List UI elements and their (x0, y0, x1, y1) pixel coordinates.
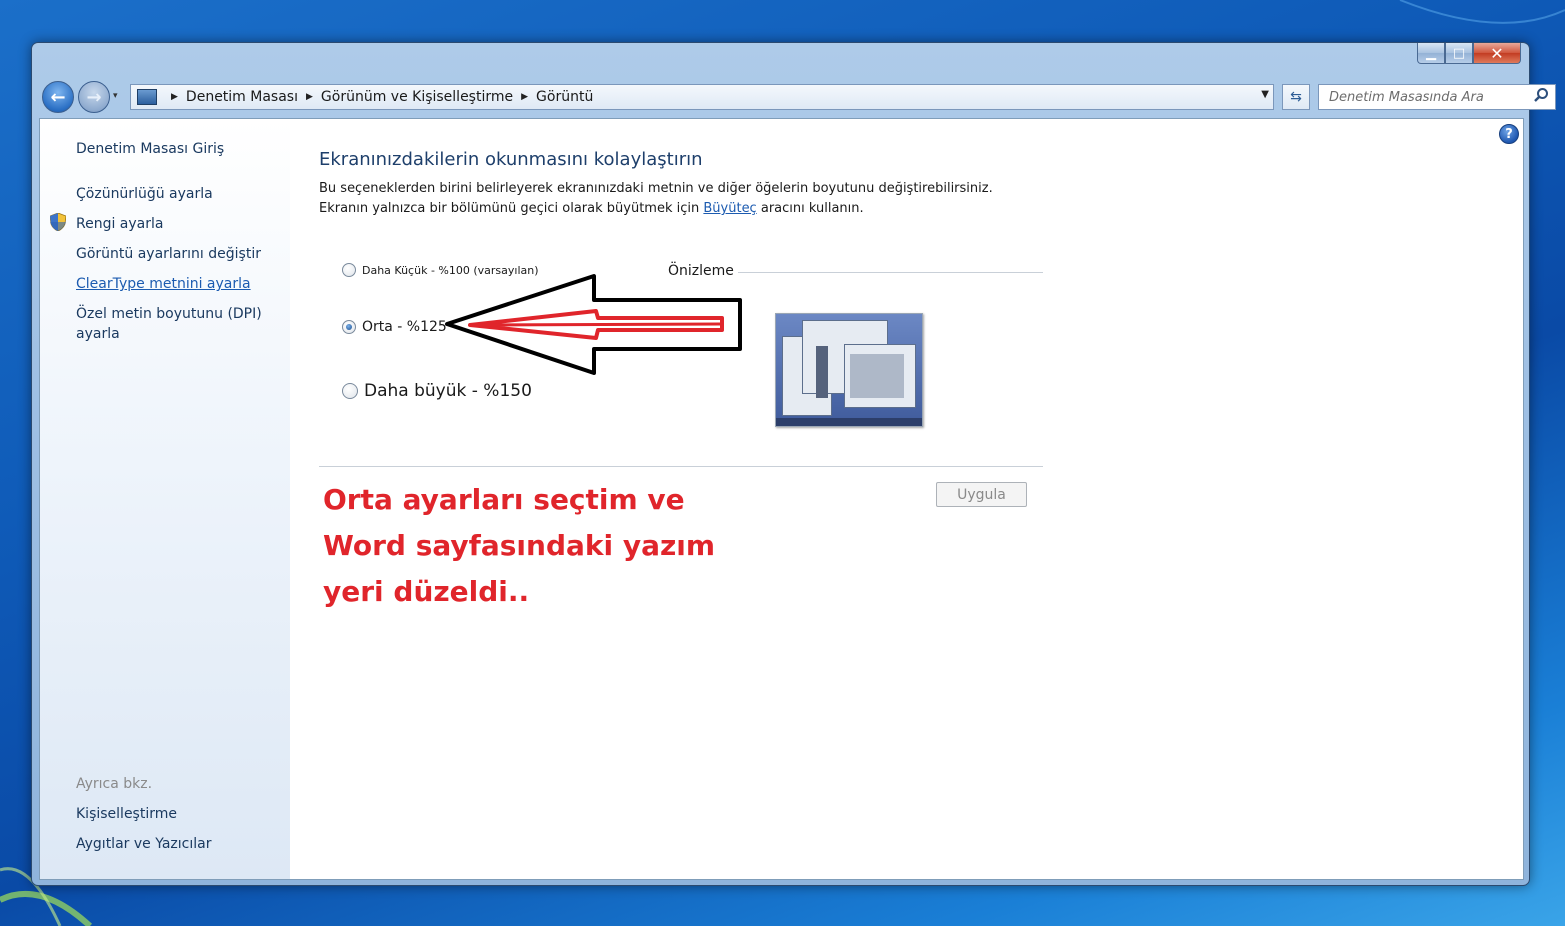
preview-divider (738, 272, 1043, 273)
page-title: Ekranınızdakilerin okunmasını kolaylaştı… (319, 149, 703, 170)
radio-larger[interactable] (342, 383, 358, 399)
address-dropdown-icon[interactable]: ▼ (1261, 89, 1269, 100)
option-medium-label: Orta - %125 (362, 319, 447, 335)
help-icon[interactable]: ? (1499, 124, 1519, 144)
preview-label: Önizleme (668, 263, 734, 279)
main-panel: Ekranınızdakilerin okunmasını kolaylaştı… (319, 119, 1059, 879)
option-larger[interactable]: Daha büyük - %150 (342, 381, 532, 401)
sidebar-item-devices-printers[interactable]: Aygıtlar ve Yazıcılar (76, 834, 281, 854)
description-text: Ekranın yalnızca bir bölümünü geçici ola… (319, 201, 704, 216)
control-panel-icon (137, 89, 157, 105)
sidebar-item-cleartype[interactable]: ClearType metnini ayarla (76, 274, 281, 294)
radio-medium[interactable] (342, 320, 356, 334)
preview-taskbar (776, 418, 922, 426)
close-button[interactable]: ✕ (1473, 43, 1521, 64)
refresh-button[interactable]: ⇆ (1282, 84, 1310, 110)
annotation-line: Orta ayarları seçtim ve (323, 483, 685, 516)
magnifier-link[interactable]: Büyüteç (703, 201, 756, 216)
shield-icon (50, 213, 66, 231)
description-line-2: Ekranın yalnızca bir bölümünü geçici ola… (319, 201, 864, 216)
breadcrumb-control-panel[interactable]: Denetim Masası (186, 89, 298, 105)
search-input[interactable] (1327, 88, 1531, 106)
recent-pages-dropdown[interactable]: ▾ (113, 91, 118, 101)
back-button[interactable]: ← (42, 81, 74, 113)
radio-smaller[interactable] (342, 263, 356, 277)
breadcrumb-separator-icon[interactable]: ▶ (521, 92, 528, 102)
sidebar-item-personalization[interactable]: Kişiselleştirme (76, 804, 281, 824)
option-smaller[interactable]: Daha Küçük - %100 (varsayılan) (342, 263, 539, 277)
breadcrumb-appearance[interactable]: Görünüm ve Kişiselleştirme (321, 89, 513, 105)
option-larger-label: Daha büyük - %150 (364, 381, 532, 401)
see-also-heading: Ayrıca bkz. (76, 776, 153, 792)
description-line-1: Bu seçeneklerden birini belirleyerek ekr… (319, 181, 993, 196)
description-text: aracını kullanın. (756, 201, 864, 216)
address-bar[interactable]: ▶ Denetim Masası ▶ Görünüm ve Kişiselleş… (130, 84, 1274, 110)
annotation-line: Word sayfasındaki yazım (323, 529, 716, 562)
arrow-left-icon: ← (50, 86, 66, 108)
content-area: Denetim Masası Giriş Çözünürlüğü ayarla … (39, 118, 1524, 880)
option-medium[interactable]: Orta - %125 (342, 319, 447, 335)
search-icon[interactable] (1533, 87, 1549, 103)
option-smaller-label: Daha Küçük - %100 (varsayılan) (362, 263, 539, 277)
sidebar-item-custom-dpi[interactable]: Özel metin boyutunu (DPI) ayarla (76, 304, 281, 344)
section-divider (319, 466, 1043, 467)
navigation-bar: ← → ▾ ▶ Denetim Masası ▶ Görünüm ve Kişi… (40, 81, 1556, 113)
sidebar-home-link[interactable]: Denetim Masası Giriş (76, 139, 281, 159)
breadcrumb-display[interactable]: Görüntü (536, 89, 593, 105)
arrow-right-icon: → (86, 86, 102, 108)
sidebar-item-resolution[interactable]: Çözünürlüğü ayarla (76, 184, 281, 204)
sidebar-item-display-settings[interactable]: Görüntü ayarlarını değiştir (76, 244, 281, 264)
preview-scrollbar (816, 346, 828, 398)
control-panel-window: ▁ □ ✕ ← → ▾ ▶ Denetim Masası ▶ Görünüm v… (31, 42, 1556, 886)
preview-window-content (850, 354, 904, 398)
minimize-button[interactable]: ▁ (1417, 43, 1445, 64)
window-controls: ▁ □ ✕ (1417, 43, 1521, 65)
annotation-line: yeri düzeldi.. (323, 575, 530, 608)
sidebar: Denetim Masası Giriş Çözünürlüğü ayarla … (40, 119, 290, 879)
search-box[interactable] (1318, 84, 1556, 110)
apply-button[interactable]: Uygula (936, 482, 1027, 507)
breadcrumb-separator-icon[interactable]: ▶ (306, 92, 313, 102)
refresh-icon: ⇆ (1290, 89, 1302, 105)
maximize-button[interactable]: □ (1445, 43, 1473, 64)
breadcrumb-separator-icon[interactable]: ▶ (171, 92, 178, 102)
forward-button[interactable]: → (78, 81, 110, 113)
annotation-text: Orta ayarları seçtim ve Word sayfasındak… (323, 477, 743, 615)
preview-image (775, 313, 923, 427)
sidebar-item-color[interactable]: Rengi ayarla (76, 214, 281, 234)
